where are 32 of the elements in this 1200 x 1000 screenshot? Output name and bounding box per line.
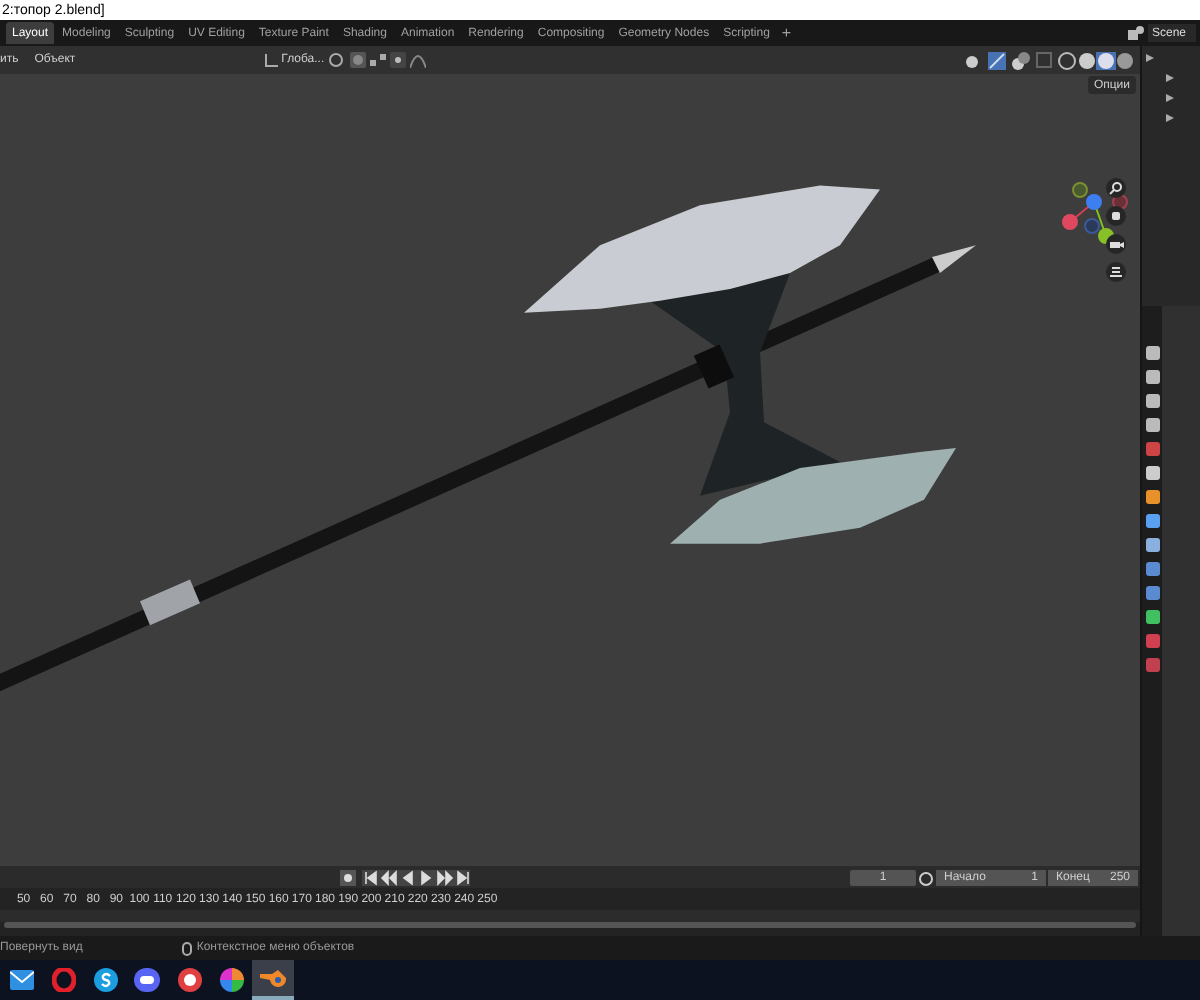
mail-icon (9, 970, 33, 990)
visibility-icon[interactable] (964, 53, 982, 67)
axis-gizmo-drawing[interactable] (1056, 178, 1128, 246)
color-wheel-icon (219, 968, 243, 992)
outliner-expand-icon[interactable] (1146, 54, 1154, 62)
discord-icon (134, 968, 160, 992)
outliner-expand-icon[interactable] (1166, 74, 1174, 82)
scene-icon[interactable] (1128, 26, 1144, 40)
ring-icon (51, 968, 75, 992)
add-tab[interactable]: + (777, 25, 796, 41)
proportional-icon[interactable] (390, 52, 407, 68)
grid-icon[interactable] (370, 52, 387, 68)
outliner-expand-icon[interactable] (1166, 94, 1174, 102)
outliner-expand-icon[interactable] (1166, 114, 1174, 122)
snap-icon[interactable] (350, 52, 367, 68)
overlay-icon[interactable] (1012, 51, 1030, 69)
zoom-icon[interactable] (1106, 178, 1126, 198)
playback-controls-icon[interactable] (362, 869, 470, 885)
timeline-scrollbar[interactable] (4, 922, 1136, 928)
gizmo-toggle-icon[interactable] (988, 51, 1006, 69)
shading-modes-icon[interactable] (1058, 51, 1134, 69)
stopwatch-icon[interactable] (918, 869, 934, 885)
grid-view-icon[interactable] (1106, 262, 1126, 282)
falloff-icon[interactable] (410, 52, 427, 68)
camera-icon[interactable] (1106, 234, 1126, 254)
app-icon (177, 968, 201, 992)
axes-icon (263, 53, 278, 67)
record-icon[interactable] (340, 869, 356, 885)
pivot-icon[interactable] (328, 52, 347, 68)
mouse-icon (182, 941, 193, 955)
skype-icon (93, 968, 117, 992)
blender-icon (259, 968, 287, 988)
